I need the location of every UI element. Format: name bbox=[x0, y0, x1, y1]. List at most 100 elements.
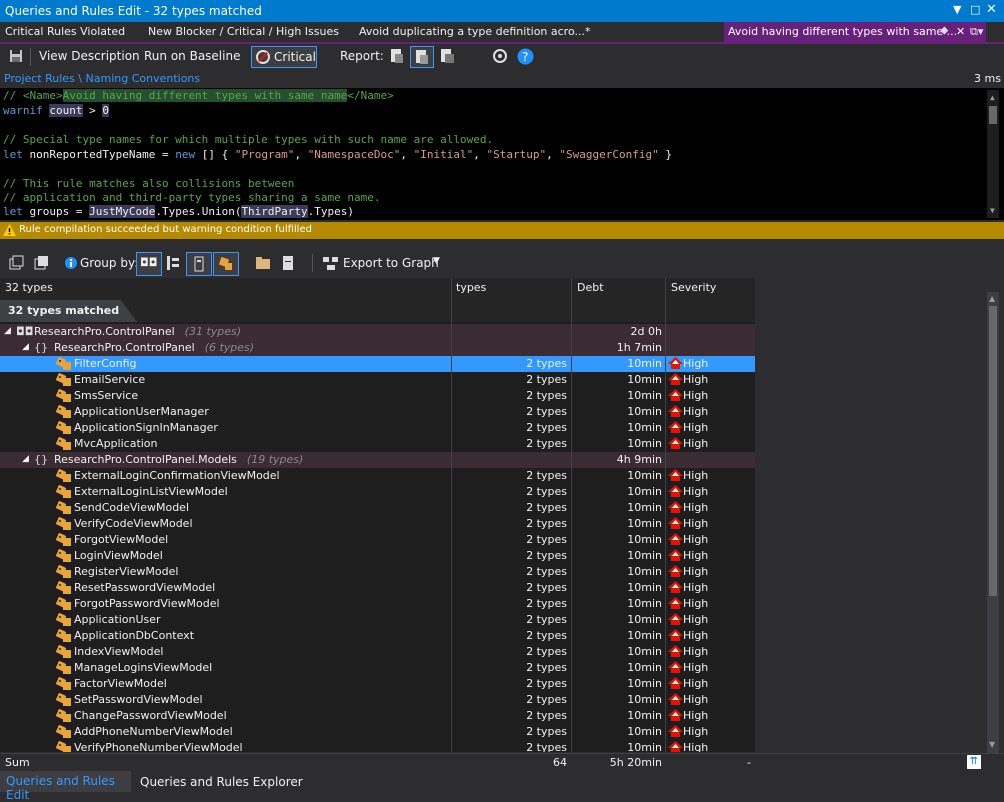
collapse-up-icon[interactable]: ⇈ bbox=[967, 755, 981, 769]
results-scroll-thumb[interactable] bbox=[989, 306, 997, 596]
type-name: SendCodeViewModel bbox=[74, 501, 189, 514]
table-row[interactable]: ApplicationDbContext 2 types 10min High bbox=[0, 628, 755, 644]
collapse-all-icon[interactable] bbox=[34, 255, 50, 271]
tab-avoid-duplicating[interactable]: Avoid duplicating a type definition acro… bbox=[359, 25, 591, 38]
type-icon bbox=[56, 437, 71, 450]
tab-close-icon[interactable]: ✕ bbox=[956, 25, 965, 38]
editor-scrollbar[interactable]: ▲ ▼ bbox=[987, 90, 999, 218]
type-icon bbox=[56, 469, 71, 482]
summary-row: Sum 64 5h 20min - ⇈ bbox=[0, 753, 1004, 771]
table-row[interactable]: ForgotViewModel 2 types 10min High bbox=[0, 532, 755, 548]
tab-menu-icon[interactable]: ⧉▾ bbox=[970, 25, 983, 39]
table-row[interactable]: ExternalLoginConfirmationViewModel 2 type… bbox=[0, 468, 755, 484]
export-dropdown-icon[interactable]: ▼ bbox=[433, 256, 440, 266]
type-name: ApplicationSignInManager bbox=[74, 421, 218, 434]
type-name: SmsService bbox=[74, 389, 139, 402]
warning-icon bbox=[3, 224, 16, 236]
tab-avoid-having-different-types[interactable]: Avoid having different types with same .… bbox=[724, 22, 986, 42]
debt-cell: 10min bbox=[627, 405, 662, 418]
report-selected-toggle[interactable] bbox=[410, 46, 434, 68]
window-title: Queries and Rules Edit - 32 types matche… bbox=[5, 4, 262, 18]
table-row[interactable]: ApplicationSignInManager 2 types 10min High bbox=[0, 420, 755, 436]
table-row[interactable]: ApplicationUserManager 2 types 10min High bbox=[0, 404, 755, 420]
type-icon bbox=[218, 256, 232, 270]
column-header-name[interactable]: 32 types bbox=[5, 281, 53, 294]
group-count-wrap: (6 types) bbox=[205, 341, 254, 354]
export-to-graph-button[interactable]: Export to Graph bbox=[343, 256, 439, 270]
scroll-down-icon[interactable]: ▼ bbox=[990, 206, 995, 215]
table-row[interactable]: SetPasswordViewModel 2 types 10min High bbox=[0, 692, 755, 708]
tab-queries-rules-explorer[interactable]: Queries and Rules Explorer bbox=[140, 775, 303, 789]
table-row[interactable]: ResetPasswordViewModel 2 types 10min High bbox=[0, 580, 755, 596]
table-row[interactable]: IndexViewModel 2 types 10min High bbox=[0, 644, 755, 660]
results-grid[interactable]: 32 types matched ◢ ◘◘ ResearchPro.ControlP… bbox=[0, 298, 755, 752]
report-html-icon[interactable] bbox=[389, 48, 405, 64]
table-row[interactable]: LoginViewModel 2 types 10min High bbox=[0, 548, 755, 564]
expand-toggle-icon[interactable]: ◢ bbox=[22, 454, 29, 464]
results-scroll-down-icon[interactable]: ▼ bbox=[989, 740, 995, 749]
table-row[interactable]: FilterConfig 2 types 10min High bbox=[0, 356, 755, 372]
table-row[interactable]: EmailService 2 types 10min High bbox=[0, 372, 755, 388]
types-cell: 2 types bbox=[526, 357, 567, 370]
table-row[interactable]: AddPhoneNumberViewModel 2 types 10min High bbox=[0, 724, 755, 740]
table-row[interactable]: ChangePasswordViewModel 2 types 10min High bbox=[0, 708, 755, 724]
tab-queries-rules-edit[interactable]: Queries and Rules Edit bbox=[0, 771, 131, 802]
table-row[interactable]: SendCodeViewModel 2 types 10min High bbox=[0, 500, 755, 516]
settings-icon[interactable] bbox=[492, 48, 508, 64]
results-scrollbar[interactable]: ▲ ▼ bbox=[987, 292, 999, 754]
close-icon[interactable]: ✕ bbox=[986, 2, 997, 17]
group-row[interactable]: ◢ {} ResearchPro.ControlPanel.Models (19 ty… bbox=[0, 452, 755, 468]
folder-icon[interactable] bbox=[255, 256, 271, 270]
severity-cell: High bbox=[668, 677, 708, 690]
group-by-assembly-toggle[interactable]: ◘◘ bbox=[136, 252, 162, 276]
expand-all-icon[interactable] bbox=[9, 255, 25, 271]
debt-cell: 10min bbox=[627, 741, 662, 752]
report-table-icon[interactable] bbox=[439, 48, 455, 64]
scroll-up-icon[interactable]: ▲ bbox=[990, 93, 995, 102]
column-header-severity[interactable]: Severity bbox=[671, 281, 716, 294]
column-header-types[interactable]: types bbox=[456, 281, 486, 294]
debt-cell: 10min bbox=[627, 389, 662, 402]
group-by-file-toggle[interactable] bbox=[186, 252, 212, 276]
tab-critical-rules[interactable]: Critical Rules Violated bbox=[5, 25, 125, 38]
table-row[interactable]: RegisterViewModel 2 types 10min High bbox=[0, 564, 755, 580]
run-on-baseline-button[interactable]: Run on Baseline bbox=[144, 49, 240, 63]
group-by-namespace-icon[interactable] bbox=[165, 255, 181, 271]
group-by-type-toggle[interactable] bbox=[213, 252, 239, 276]
dropdown-icon[interactable]: ▼ bbox=[953, 3, 961, 16]
help-icon[interactable]: ? bbox=[517, 48, 534, 65]
query-editor[interactable]: // <Name>Avoid having different types wi… bbox=[0, 88, 1004, 220]
editor-scroll-thumb[interactable] bbox=[989, 106, 997, 124]
table-row[interactable]: FactorViewModel 2 types 10min High bbox=[0, 676, 755, 692]
results-scroll-up-icon[interactable]: ▲ bbox=[989, 294, 995, 303]
table-row[interactable]: ManageLoginsViewModel 2 types 10min High bbox=[0, 660, 755, 676]
expand-toggle-icon[interactable]: ◢ bbox=[22, 342, 29, 352]
table-row[interactable]: ApplicationUser 2 types 10min High bbox=[0, 612, 755, 628]
save-icon[interactable] bbox=[9, 49, 23, 63]
table-row[interactable]: VerifyCodeViewModel 2 types 10min High bbox=[0, 516, 755, 532]
table-row[interactable]: ForgotPasswordViewModel 2 types 10min High bbox=[0, 596, 755, 612]
breadcrumb-path[interactable]: Project Rules \ Naming Conventions bbox=[4, 72, 200, 85]
tab-new-blocker[interactable]: New Blocker / Critical / High Issues bbox=[148, 25, 339, 38]
type-icon bbox=[56, 629, 71, 642]
critical-toggle[interactable]: Critical bbox=[251, 46, 317, 68]
query-time: 3 ms bbox=[974, 72, 1001, 85]
source-file-icon[interactable] bbox=[281, 255, 295, 271]
table-row[interactable]: SmsService 2 types 10min High bbox=[0, 388, 755, 404]
column-header-debt[interactable]: Debt bbox=[577, 281, 604, 294]
group-row[interactable]: ◢ ◘◘ ResearchPro.ControlPanel (31 types) 2d … bbox=[0, 324, 755, 340]
group-row[interactable]: ◢ {} ResearchPro.ControlPanel (6 types) 1h 7… bbox=[0, 340, 755, 356]
view-description-button[interactable]: View Description bbox=[39, 49, 140, 63]
debt-cell: 10min bbox=[627, 597, 662, 610]
table-row[interactable]: ExternalLoginListViewModel 2 types 10min Hi… bbox=[0, 484, 755, 500]
pin-icon[interactable]: ⯁ bbox=[940, 25, 949, 39]
high-severity-icon bbox=[668, 405, 683, 417]
report-doc-icon bbox=[416, 50, 428, 64]
type-name: ApplicationUser bbox=[74, 613, 161, 626]
title-bar[interactable]: Queries and Rules Edit - 32 types matche… bbox=[0, 0, 1004, 22]
expand-toggle-icon[interactable]: ◢ bbox=[4, 326, 11, 336]
severity-cell: High bbox=[668, 565, 708, 578]
table-row[interactable]: MvcApplication 2 types 10min High bbox=[0, 436, 755, 452]
maximize-icon[interactable]: □ bbox=[970, 3, 980, 16]
table-row[interactable]: VerifyPhoneNumberViewModel 2 types 10min Hi… bbox=[0, 740, 755, 752]
